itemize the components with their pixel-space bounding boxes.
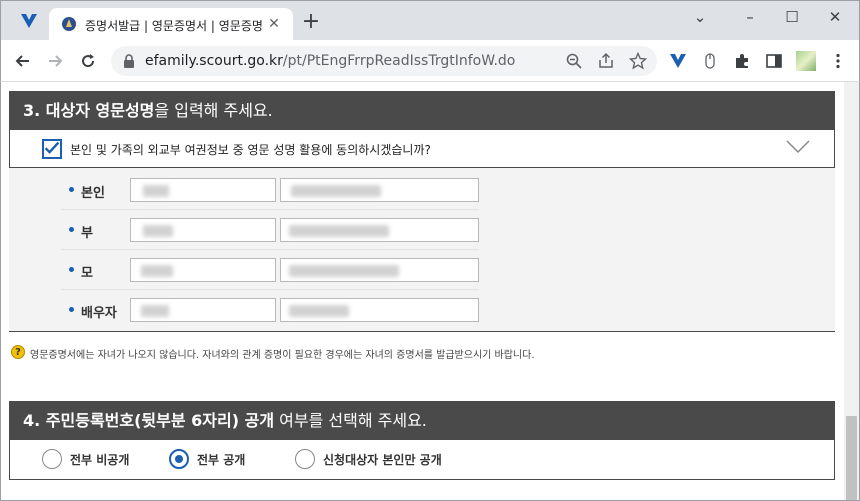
section-3-title-bold: 대상자 영문성명 <box>45 101 155 120</box>
given-name-field[interactable] <box>280 178 479 202</box>
chevron-down-icon[interactable] <box>786 140 810 154</box>
section-4-number: 4. <box>23 411 41 430</box>
surname-field[interactable] <box>130 258 276 282</box>
url-path: /pt/PtEngFrrpReadIssTrgtInfoW.do <box>282 53 516 69</box>
section-3-title-rest: 을 입력해 주세요. <box>154 101 273 120</box>
bullet-icon <box>69 187 74 192</box>
surname-field[interactable] <box>130 298 276 322</box>
window-close-button[interactable]: ✕ <box>821 7 849 27</box>
radio-hide-all[interactable] <box>42 449 62 469</box>
radio-label-hide-all[interactable]: 전부 비공개 <box>70 451 129 468</box>
radio-label-show-all[interactable]: 전부 공개 <box>197 451 245 468</box>
given-name-field[interactable] <box>280 258 479 282</box>
browser-toolbar: efamily.scourt.go.kr/pt/PtEngFrrpReadIss… <box>0 40 860 82</box>
section-4-title-bold: 주민등록번호(뒷부분 6자리) 공개 <box>45 411 275 430</box>
page-content: 3. 대상자 영문성명을 입력해 주세요. 본인 및 가족의 외교부 여권정보 … <box>0 82 860 501</box>
maximize-button[interactable]: ☐ <box>778 7 806 27</box>
surname-field[interactable] <box>130 178 276 202</box>
tab-close-icon[interactable]: ✕ <box>265 15 283 33</box>
extension-v-icon[interactable] <box>669 52 687 70</box>
url-host: efamily.scourt.go.kr <box>145 53 283 69</box>
profile-avatar[interactable] <box>796 51 816 71</box>
rrn-disclosure-options: 전부 비공개 전부 공개 신청대상자 본인만 공개 <box>9 440 835 480</box>
row-label: 부 <box>81 226 93 241</box>
name-row-spouse: 배우자 <box>61 290 479 330</box>
address-bar[interactable]: efamily.scourt.go.kr/pt/PtEngFrrpReadIss… <box>111 46 657 76</box>
radio-show-all[interactable] <box>169 449 189 469</box>
question-icon: ? <box>11 345 25 359</box>
active-tab[interactable]: 증명서발급 | 영문증명서 | 영문증명서 ✕ <box>49 8 293 41</box>
zoom-icon[interactable] <box>565 52 583 70</box>
radio-show-self-only[interactable] <box>295 449 315 469</box>
surname-field[interactable] <box>130 218 276 242</box>
given-name-field[interactable] <box>280 298 479 322</box>
page-scrollbar[interactable] <box>844 82 859 500</box>
reload-icon[interactable] <box>78 51 98 71</box>
section-4-header: 4. 주민등록번호(뒷부분 6자리) 공개 여부를 선택해 주세요. <box>9 401 835 441</box>
puzzle-extensions-icon[interactable] <box>733 52 751 70</box>
minimize-button[interactable]: – <box>736 7 764 27</box>
section-3-number: 3. <box>23 101 41 120</box>
bullet-icon <box>69 307 74 312</box>
court-favicon-icon <box>62 17 76 31</box>
section-4-title-rest: 여부를 선택해 주세요. <box>274 411 427 430</box>
row-label: 본인 <box>81 186 105 201</box>
lock-icon[interactable] <box>123 54 135 68</box>
radio-label-show-self-only[interactable]: 신청대상자 본인만 공개 <box>323 451 442 468</box>
consent-label[interactable]: 본인 및 가족의 외교부 여권정보 중 영문 성명 활용에 동의하시겠습니까? <box>70 141 431 158</box>
name-row-self: 본인 <box>61 170 479 210</box>
bullet-icon <box>69 267 74 272</box>
new-tab-button[interactable]: + <box>301 11 321 33</box>
url-text[interactable]: efamily.scourt.go.kr/pt/PtEngFrrpReadIss… <box>145 53 515 69</box>
row-label: 배우자 <box>81 306 117 321</box>
menu-kebab-icon[interactable] <box>829 52 847 70</box>
name-row-father: 부 <box>61 210 479 250</box>
notice-text: 영문증명서에는 자녀가 나오지 않습니다. 자녀와의 관계 증명이 필요한 경우… <box>30 350 535 361</box>
bookmark-star-icon[interactable] <box>629 52 647 70</box>
consent-row[interactable]: 본인 및 가족의 외교부 여권정보 중 영문 성명 활용에 동의하시겠습니까? <box>9 130 835 168</box>
share-icon[interactable] <box>597 52 615 70</box>
section-3-header: 3. 대상자 영문성명을 입력해 주세요. <box>9 91 835 131</box>
name-row-mother: 모 <box>61 250 479 290</box>
mouse-extension-icon[interactable] <box>701 52 719 70</box>
english-names-panel: 본인 부 모 배우자 <box>9 168 835 332</box>
row-label: 모 <box>81 266 93 281</box>
tab-search-icon[interactable]: ⌄ <box>686 7 714 27</box>
forward-arrow-icon[interactable] <box>45 51 65 71</box>
side-panel-icon[interactable] <box>765 52 783 70</box>
bullet-icon <box>69 227 74 232</box>
consent-checkbox[interactable] <box>42 139 62 159</box>
given-name-field[interactable] <box>280 218 479 242</box>
tab-strip: 증명서발급 | 영문증명서 | 영문증명서 ✕ + ⌄ – ☐ ✕ <box>0 0 860 41</box>
back-arrow-icon[interactable] <box>13 51 33 71</box>
check-icon <box>44 141 60 154</box>
tab-title: 증명서발급 | 영문증명서 | 영문증명서 <box>85 19 263 33</box>
scrollbar-thumb[interactable] <box>846 416 857 500</box>
app-logo-icon[interactable] <box>19 11 39 31</box>
